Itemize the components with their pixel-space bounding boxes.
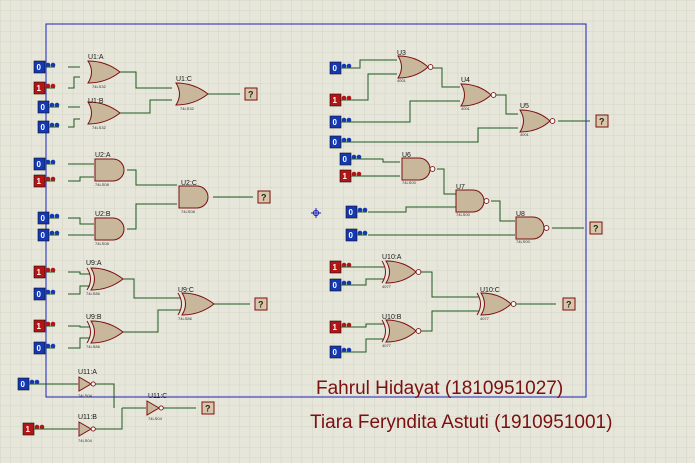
svg-text:74LS32: 74LS32 xyxy=(92,84,107,89)
gate-label: U10:A xyxy=(382,254,402,261)
svg-text:74LS00: 74LS00 xyxy=(456,212,471,217)
probe-u10c[interactable]: ? xyxy=(562,297,576,311)
logic-state-value: 1 xyxy=(37,84,42,93)
logic-state-value: 0 xyxy=(37,290,42,299)
logic-state-value: 1 xyxy=(37,177,42,186)
probe-value: ? xyxy=(205,404,211,414)
logic-state-value: 0 xyxy=(41,231,46,240)
gate-label: U11:A xyxy=(78,369,97,376)
svg-text:74LS08: 74LS08 xyxy=(181,209,196,214)
logic-state-value: 0 xyxy=(37,160,42,169)
logic-state-value: 1 xyxy=(333,323,338,332)
gate-label: U1:C xyxy=(176,76,192,83)
svg-text:74LS86: 74LS86 xyxy=(178,316,193,321)
gate-label: U7 xyxy=(456,184,465,191)
probe-value: ? xyxy=(599,117,605,127)
svg-text:74LS32: 74LS32 xyxy=(92,125,107,130)
logic-state-value: 1 xyxy=(26,425,31,434)
author-name-1: Fahrul Hidayat (1810951027) xyxy=(316,378,563,399)
logic-state-value: 0 xyxy=(333,64,338,73)
logic-state-value: 0 xyxy=(333,348,338,357)
logic-state-value: 0 xyxy=(41,103,46,112)
probe-value: ? xyxy=(258,300,264,310)
probe-u8[interactable]: ? xyxy=(589,221,603,235)
logic-state-value: 1 xyxy=(37,322,42,331)
svg-text:74LS32: 74LS32 xyxy=(180,106,195,111)
gate-label: U9:C xyxy=(178,287,194,294)
svg-text:4077: 4077 xyxy=(382,284,392,289)
gate-label: U2:C xyxy=(181,180,197,187)
gate-label: U2:B xyxy=(95,211,111,218)
gate-label: U1:A xyxy=(88,54,104,61)
svg-text:4001: 4001 xyxy=(461,106,471,111)
svg-text:74LS00: 74LS00 xyxy=(516,239,531,244)
svg-text:74LS86: 74LS86 xyxy=(86,291,101,296)
logic-state-value: 0 xyxy=(37,344,42,353)
gate-label: U10:C xyxy=(480,287,500,294)
gate-label: U11:C xyxy=(148,393,167,400)
probe-u9c[interactable]: ? xyxy=(254,297,268,311)
gate-label: U10:B xyxy=(382,314,402,321)
logic-state-value: 0 xyxy=(349,208,354,217)
gate-label: U2:A xyxy=(95,152,111,159)
probe-u2c[interactable]: ? xyxy=(257,190,271,204)
probe-value: ? xyxy=(248,90,254,100)
gate-label: U4 xyxy=(461,77,470,84)
logic-state-value: 0 xyxy=(333,281,338,290)
svg-text:74LS00: 74LS00 xyxy=(402,180,417,185)
gate-label: U8 xyxy=(516,211,525,218)
logic-state-value: 0 xyxy=(41,123,46,132)
logic-state-value: 1 xyxy=(333,96,338,105)
svg-text:74LS86: 74LS86 xyxy=(86,344,101,349)
logic-state-value: 0 xyxy=(21,380,26,389)
probe-value: ? xyxy=(261,193,267,203)
gate-label: U3 xyxy=(397,50,406,57)
svg-text:74LS08: 74LS08 xyxy=(95,241,110,246)
svg-text:74LS04: 74LS04 xyxy=(148,416,163,421)
svg-text:4077: 4077 xyxy=(382,343,392,348)
gate-label: U11:B xyxy=(78,414,97,421)
svg-text:74LS04: 74LS04 xyxy=(78,393,93,398)
logic-state-value: 0 xyxy=(333,138,338,147)
svg-text:4001: 4001 xyxy=(520,132,530,137)
logic-state-value: 0 xyxy=(41,214,46,223)
probe-u11c[interactable]: ? xyxy=(201,401,215,415)
logic-state-value: 1 xyxy=(333,263,338,272)
gate-label: U5 xyxy=(520,103,529,110)
svg-text:4077: 4077 xyxy=(480,316,490,321)
svg-text:4001: 4001 xyxy=(397,78,407,83)
svg-text:74LS08: 74LS08 xyxy=(95,182,110,187)
gate-label: U9:A xyxy=(86,260,102,267)
logic-state-value: 0 xyxy=(333,118,338,127)
probe-value: ? xyxy=(566,300,572,310)
author-name-2: Tiara Feryndita Astuti (1910951001) xyxy=(310,412,612,433)
gate-label: U1:B xyxy=(88,98,104,105)
logic-state-value: 1 xyxy=(343,172,348,181)
logic-state-value: 1 xyxy=(37,268,42,277)
gate-label: U6 xyxy=(402,152,411,159)
probe-u5[interactable]: ? xyxy=(595,114,609,128)
probe-value: ? xyxy=(593,224,599,234)
logic-state-value: 0 xyxy=(343,155,348,164)
gate-label: U9:B xyxy=(86,314,102,321)
svg-text:74LS04: 74LS04 xyxy=(78,438,93,443)
schematic-canvas: U1:A 74LS32 U1:B 74LS32 U1:C 74LS32 U2:A… xyxy=(0,0,695,463)
logic-state-value: 0 xyxy=(37,63,42,72)
probe-u1c[interactable]: ? xyxy=(244,87,258,101)
logic-state-value: 0 xyxy=(349,231,354,240)
